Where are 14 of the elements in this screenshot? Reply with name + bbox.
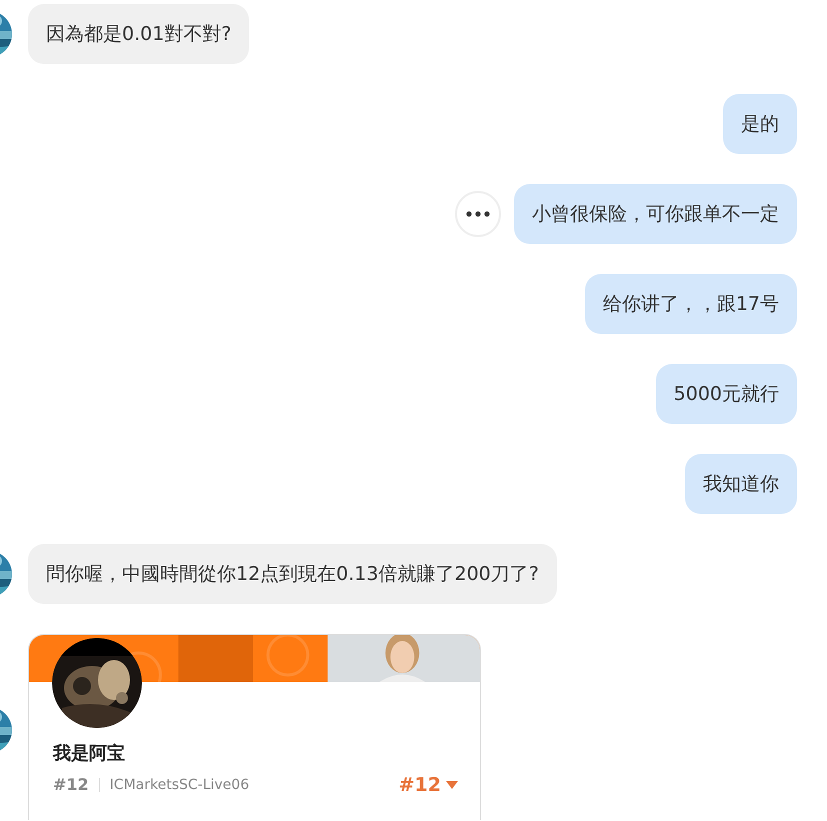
rank-text: #12	[53, 774, 89, 796]
more-icon	[466, 211, 490, 217]
message-bubble: 問你喔，中國時間從你12点到現在0.13倍就賺了200刀了?	[28, 544, 557, 604]
server-name: ICMarketsSC-Live06	[110, 776, 250, 795]
more-button[interactable]	[455, 191, 501, 237]
message-bubble: 5000元就行	[656, 364, 797, 424]
message-bubble: 是的	[723, 94, 797, 154]
message-bubble: 小曾很保险，可你跟单不一定	[514, 184, 797, 244]
message-bubble: 我知道你	[685, 454, 797, 514]
caret-icon	[446, 781, 458, 790]
rank-label: #12	[398, 773, 441, 798]
message-bubble: 因為都是0.01對不對?	[28, 4, 250, 64]
profile-name: 我是阿宝	[53, 742, 126, 766]
message-bubble: 给你讲了，，跟17号	[584, 274, 797, 334]
